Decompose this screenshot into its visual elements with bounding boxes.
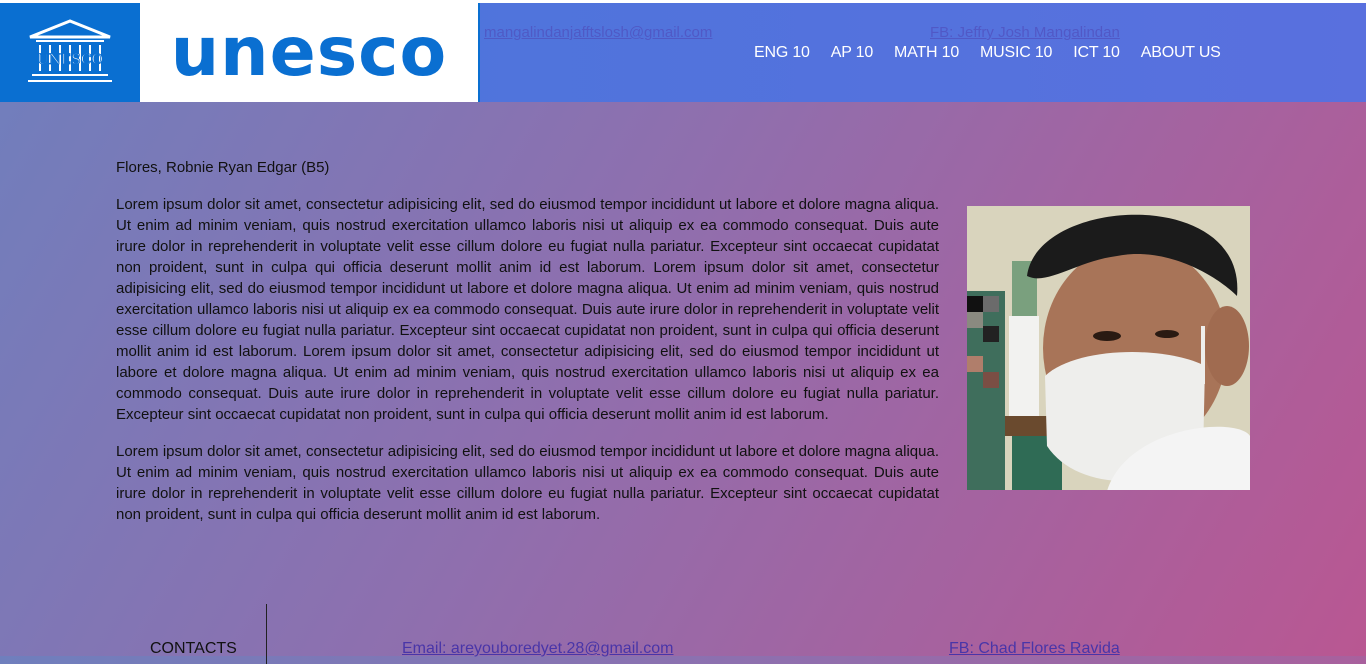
site-header: UNESCO unesco mangalindanjafftslosh@gmai… [0, 3, 1366, 102]
unesco-wordmark: unesco [170, 12, 448, 92]
unesco-temple-icon: UNESCO [28, 19, 112, 82]
header-fb-link[interactable]: FB: Jeffry Josh Mangalindan [930, 24, 1120, 41]
photo-illustration [967, 206, 1250, 490]
profile-content: Flores, Robnie Ryan Edgar (B5) Lorem ips… [116, 157, 1250, 525]
header-email-link[interactable]: mangalindanjafftslosh@gmail.com [484, 24, 712, 41]
footer-divider [266, 604, 267, 664]
site-footer: CONTACTS Email: areyouboredyet.28@gmail.… [0, 604, 1366, 664]
main-nav: ENG 10 AP 10 MATH 10 MUSIC 10 ICT 10 ABO… [754, 44, 1221, 62]
nav-math10[interactable]: MATH 10 [894, 44, 959, 62]
nav-ap10[interactable]: AP 10 [831, 44, 874, 62]
contacts-title: CONTACTS [150, 640, 237, 657]
nav-about-us[interactable]: ABOUT US [1141, 44, 1221, 62]
student-photo [967, 206, 1250, 490]
footer-email-link[interactable]: Email: areyouboredyet.28@gmail.com [402, 640, 673, 658]
nav-eng10[interactable]: ENG 10 [754, 44, 810, 62]
footer-fb-link[interactable]: FB: Chad Flores Ravida [949, 640, 1120, 658]
nav-ict10[interactable]: ICT 10 [1073, 44, 1120, 62]
student-name: Flores, Robnie Ryan Edgar (B5) [116, 159, 330, 176]
nav-music10[interactable]: MUSIC 10 [980, 44, 1052, 62]
logo-small-text: UNESCO [37, 52, 103, 68]
wordmark-panel: unesco [140, 3, 478, 102]
logo-block[interactable]: UNESCO unesco [0, 3, 480, 102]
